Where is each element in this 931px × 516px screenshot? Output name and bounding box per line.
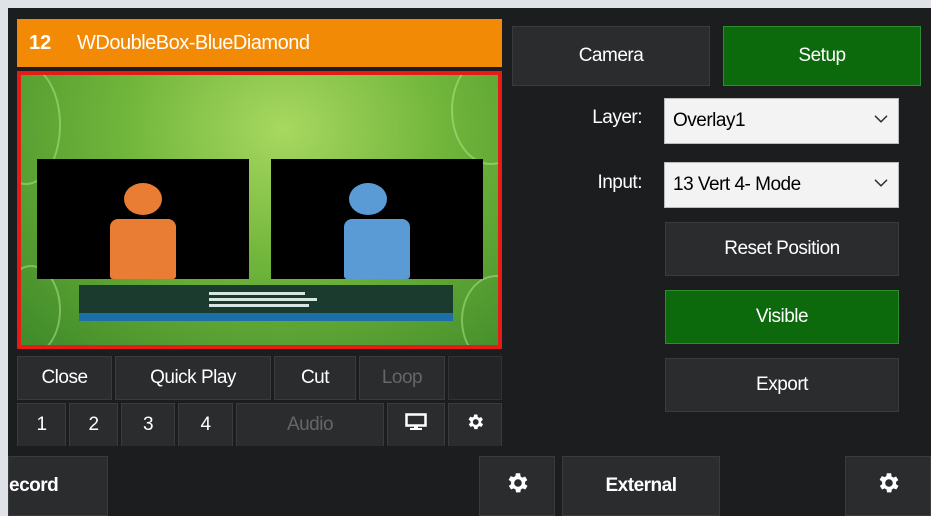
- chevron-down-icon: [874, 108, 888, 130]
- reset-position-button[interactable]: Reset Position: [665, 222, 899, 276]
- layer-select[interactable]: Overlay1: [664, 98, 899, 144]
- record-button[interactable]: ecord: [8, 456, 108, 516]
- caption-line: [209, 298, 317, 301]
- gear-icon: [875, 470, 901, 502]
- input-select[interactable]: 13 Vert 4- Mode: [664, 162, 899, 208]
- overlay-2-button[interactable]: 2: [69, 403, 118, 447]
- gear-icon: [504, 470, 530, 502]
- monitor-button[interactable]: [387, 403, 445, 447]
- record-settings-button[interactable]: [479, 456, 555, 516]
- settings-button[interactable]: [448, 403, 502, 447]
- close-button[interactable]: Close: [17, 356, 112, 400]
- caption-stripe: [79, 313, 453, 321]
- right-video-box: [271, 159, 483, 279]
- quick-play-button[interactable]: Quick Play: [115, 356, 271, 400]
- vine-decoration: [461, 275, 498, 345]
- visible-button[interactable]: Visible: [665, 290, 899, 344]
- left-figure-head: [124, 183, 162, 215]
- right-figure-head: [349, 183, 387, 215]
- caption-line: [209, 292, 305, 295]
- right-figure-body: [344, 219, 410, 279]
- input-title-bar[interactable]: 12 WDoubleBox-BlueDiamond: [17, 19, 502, 67]
- camera-tab[interactable]: Camera: [512, 26, 710, 86]
- input-label: Input:: [597, 172, 642, 193]
- caption-bar: [79, 285, 453, 321]
- input-name: WDoubleBox-BlueDiamond: [77, 31, 310, 54]
- overlay-3-button[interactable]: 3: [121, 403, 175, 447]
- input-preview[interactable]: [17, 71, 502, 349]
- layer-select-value: Overlay1: [673, 110, 746, 131]
- layer-label: Layer:: [592, 107, 642, 128]
- vine-decoration: [451, 75, 498, 165]
- bottom-bar: [8, 446, 931, 516]
- export-button[interactable]: Export: [665, 358, 899, 412]
- caption-line: [209, 304, 309, 307]
- empty-slot: [448, 356, 502, 400]
- input-number: 12: [29, 31, 52, 54]
- input-select-value: 13 Vert 4- Mode: [673, 174, 801, 195]
- chevron-down-icon: [874, 172, 888, 194]
- overlay-1-button[interactable]: 1: [17, 403, 66, 447]
- loop-button[interactable]: Loop: [359, 356, 445, 400]
- audio-button[interactable]: Audio: [236, 403, 384, 447]
- left-figure-body: [110, 219, 176, 279]
- left-video-box: [37, 159, 249, 279]
- gear-icon: [465, 412, 485, 438]
- external-button[interactable]: External: [562, 456, 720, 516]
- cut-button[interactable]: Cut: [274, 356, 356, 400]
- setup-tab[interactable]: Setup: [723, 26, 921, 86]
- external-settings-button[interactable]: [845, 456, 931, 516]
- overlay-4-button[interactable]: 4: [178, 403, 233, 447]
- monitor-icon: [405, 413, 427, 437]
